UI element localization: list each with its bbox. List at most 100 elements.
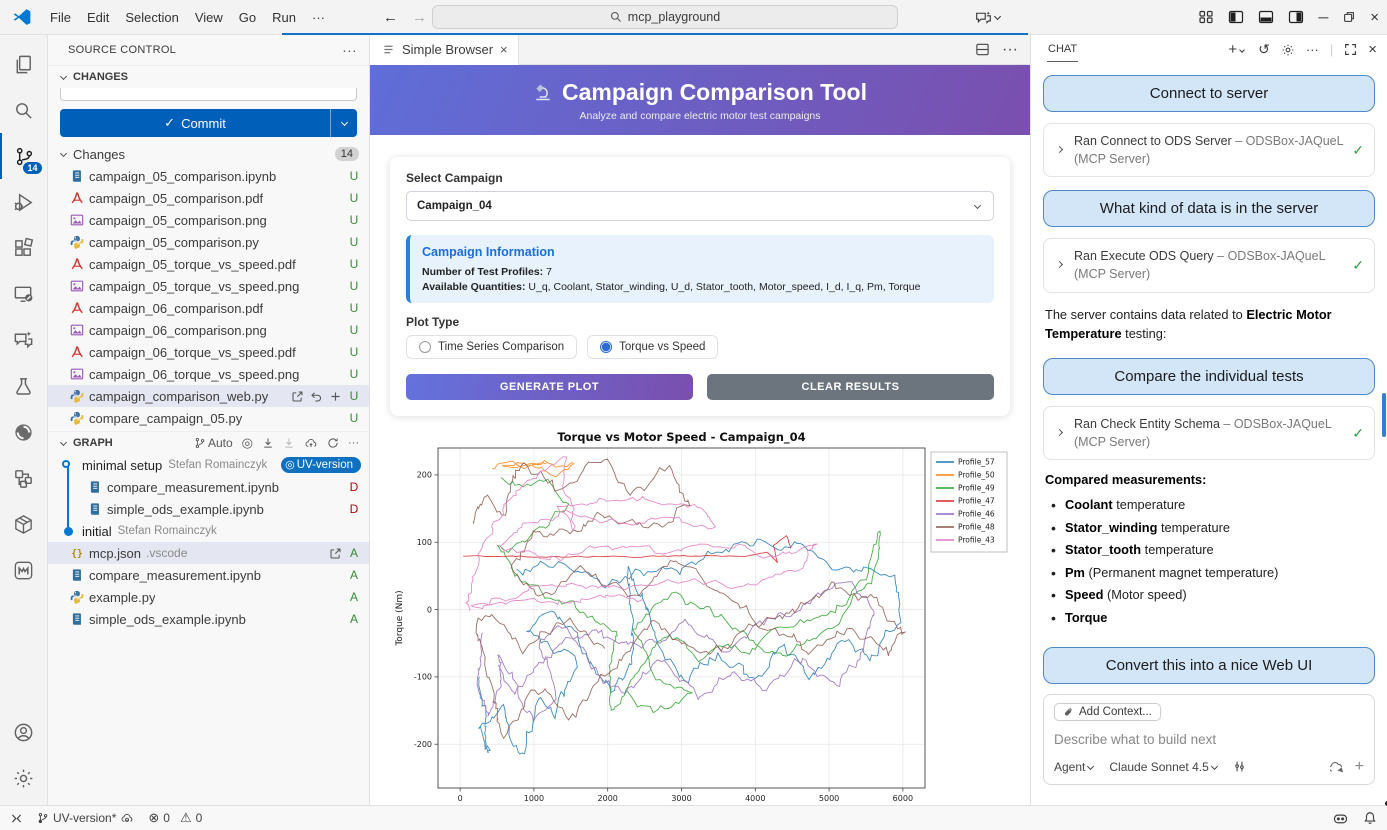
copilot-status-icon[interactable] [1332, 811, 1349, 826]
settings-gear-icon[interactable] [0, 755, 48, 801]
menu-go[interactable]: Go [231, 6, 264, 29]
chat-input-field[interactable]: Describe what to build next [1054, 732, 1364, 747]
sidebar-more-icon[interactable]: ··· [342, 42, 357, 58]
graph-publish-icon[interactable] [304, 437, 318, 449]
graph-more-icon[interactable]: ··· [348, 437, 359, 449]
graph-target-icon[interactable]: ◎ [242, 435, 253, 451]
commit-row[interactable]: minimal setup Stefan Romainczyk ◎UV-vers… [48, 454, 369, 476]
tool-call-card[interactable]: Ran Execute ODS Query – ODSBox-JAQueL (M… [1043, 238, 1375, 292]
tools-icon[interactable] [1233, 760, 1246, 773]
generate-plot-button[interactable]: GENERATE PLOT [406, 374, 693, 400]
minimize-button[interactable]: ─ [1318, 9, 1328, 25]
commit-row-initial[interactable]: initial Stefan Romainczyk [48, 520, 369, 542]
menu-view[interactable]: View [187, 6, 231, 29]
file-row[interactable]: campaign_05_comparison.png U [48, 209, 369, 231]
copilot-menu[interactable] [975, 10, 1003, 25]
sync-cloud-icon[interactable] [120, 812, 134, 824]
chat-title[interactable]: CHAT [1047, 37, 1078, 62]
chat-input-box[interactable]: Add Context... Describe what to build ne… [1043, 694, 1375, 785]
chat-settings-icon[interactable] [1281, 43, 1295, 57]
menu-more[interactable]: ··· [304, 6, 333, 29]
file-row[interactable]: campaign_06_comparison.pdf U [48, 297, 369, 319]
chat-close-icon[interactable]: × [1368, 41, 1377, 58]
activity-chat[interactable] [0, 317, 48, 363]
campaign-select[interactable]: Campaign_04 [406, 191, 994, 221]
attach-plus-icon[interactable]: + [1355, 758, 1364, 776]
discard-changes-icon[interactable] [310, 390, 323, 403]
file-row[interactable]: simple_ods_example.ipynb D [48, 498, 369, 520]
tab-close-icon[interactable]: × [500, 42, 508, 57]
graph-auto-toggle[interactable]: Auto [194, 436, 233, 450]
chat-scrollbar-thumb[interactable] [1382, 393, 1386, 437]
file-row[interactable]: campaign_05_comparison.ipynb U [48, 165, 369, 187]
tab-simple-browser[interactable]: Simple Browser × [370, 35, 519, 65]
activity-extensions[interactable] [0, 225, 48, 271]
activity-m-extension[interactable] [0, 547, 48, 593]
activity-search[interactable] [0, 87, 48, 133]
file-row[interactable]: campaign_05_comparison.pdf U [48, 187, 369, 209]
remote-indicator[interactable] [10, 812, 23, 825]
open-file-icon[interactable] [291, 390, 304, 403]
file-row[interactable]: campaign_comparison_web.py U [48, 385, 369, 407]
voice-send-icon[interactable] [1330, 760, 1345, 773]
activity-source-control[interactable]: 14 [0, 133, 48, 179]
menu-selection[interactable]: Selection [117, 6, 186, 29]
accounts-icon[interactable] [0, 709, 48, 755]
changes-group-header[interactable]: Changes 14 [48, 143, 369, 165]
stage-changes-icon[interactable] [329, 390, 342, 403]
graph-section-header[interactable]: GRAPH Auto ◎ ··· [48, 431, 369, 454]
chat-expand-icon[interactable] [1344, 43, 1357, 56]
split-editor-icon[interactable] [975, 42, 990, 57]
file-row[interactable]: campaign_06_torque_vs_speed.pdf U [48, 341, 369, 363]
file-row[interactable]: compare_measurement.ipynb A [48, 564, 369, 586]
activity-remote-explorer[interactable] [0, 271, 48, 317]
menu-edit[interactable]: Edit [79, 6, 117, 29]
menu-run[interactable]: Run [264, 6, 304, 29]
file-row[interactable]: example.py A [48, 586, 369, 608]
command-center-search[interactable]: mcp_playground [432, 5, 898, 29]
commit-message-input[interactable] [60, 88, 357, 101]
file-row[interactable]: campaign_05_comparison.py U [48, 231, 369, 253]
changes-section-header[interactable]: CHANGES [48, 65, 369, 88]
toggle-sidebar-icon[interactable] [1228, 9, 1244, 25]
commit-button[interactable]: ✓Commit [60, 109, 357, 137]
tool-call-card[interactable]: Ran Connect to ODS Server – ODSBox-JAQue… [1043, 123, 1375, 177]
activity-explorer[interactable] [0, 41, 48, 87]
file-row[interactable]: compare_measurement.ipynb D [48, 476, 369, 498]
layout-customize-icon[interactable] [1198, 9, 1214, 25]
activity-run-debug[interactable] [0, 179, 48, 225]
menu-file[interactable]: File [42, 6, 79, 29]
file-row[interactable]: simple_ods_example.ipynb A [48, 608, 369, 630]
tool-call-card[interactable]: Ran Check Entity Schema – ODSBox-JAQueL … [1043, 406, 1375, 460]
editor-more-icon[interactable]: ··· [1002, 41, 1018, 59]
file-row[interactable]: compare_campaign_05.py U [48, 407, 369, 429]
mode-picker[interactable]: Agent [1054, 760, 1096, 774]
new-chat-icon[interactable]: + [1228, 41, 1247, 58]
graph-refresh-icon[interactable] [327, 437, 339, 449]
branch-badge[interactable]: ◎UV-version [281, 457, 361, 473]
file-row[interactable]: {} mcp.json .vscode A [48, 542, 369, 564]
clear-results-button[interactable]: CLEAR RESULTS [707, 374, 994, 400]
file-row[interactable]: campaign_06_comparison.png U [48, 319, 369, 341]
activity-extension-logo[interactable] [0, 409, 48, 455]
add-context-chip[interactable]: Add Context... [1054, 703, 1161, 721]
file-row[interactable]: campaign_05_torque_vs_speed.pdf U [48, 253, 369, 275]
commit-dropdown[interactable] [330, 109, 357, 137]
problems-status[interactable]: ⊗0 ⚠0 [148, 810, 202, 826]
activity-testing[interactable] [0, 363, 48, 409]
restore-button[interactable] [1342, 10, 1356, 24]
forward-button[interactable]: → [412, 9, 427, 26]
file-row[interactable]: campaign_06_torque_vs_speed.png U [48, 363, 369, 385]
chat-more-icon[interactable]: ··· [1306, 42, 1319, 57]
model-picker[interactable]: Claude Sonnet 4.5 [1109, 760, 1219, 774]
close-window-button[interactable]: × [1370, 9, 1379, 26]
toggle-panel-icon[interactable] [1258, 9, 1274, 25]
open-file-icon[interactable] [329, 547, 342, 560]
chat-history-icon[interactable]: ↺ [1258, 41, 1270, 58]
file-row[interactable]: campaign_05_torque_vs_speed.png U [48, 275, 369, 297]
toggle-secondary-sidebar-icon[interactable] [1288, 9, 1304, 25]
activity-package[interactable] [0, 501, 48, 547]
graph-pull-icon[interactable] [262, 437, 274, 449]
branch-status[interactable]: UV-version* [37, 811, 134, 825]
notifications-bell-icon[interactable] [1363, 811, 1377, 826]
